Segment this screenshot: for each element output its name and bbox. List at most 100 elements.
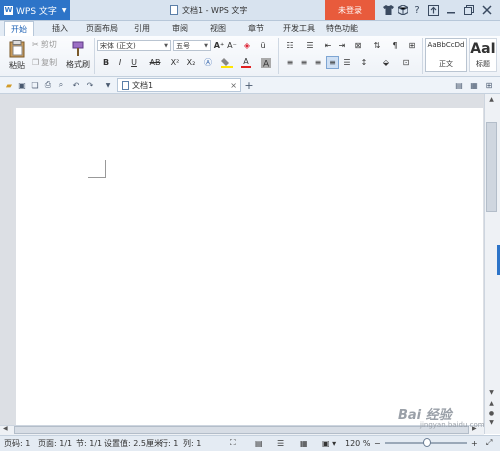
login-button[interactable]: 未登录: [325, 0, 375, 20]
clear-format-icon[interactable]: ◈: [241, 40, 253, 51]
document-tab-label: 文档1: [132, 80, 154, 90]
text-effect-icon[interactable]: Ⓐ: [202, 57, 214, 68]
close-tab-icon[interactable]: ×: [230, 81, 237, 90]
status-page-number: 页码: 1: [4, 438, 31, 448]
font-size-select[interactable]: 五号 ▼: [173, 40, 211, 51]
print-icon[interactable]: ⎙: [43, 80, 53, 90]
character-shading-icon[interactable]: A: [260, 57, 272, 68]
zoom-out-button[interactable]: −: [374, 437, 381, 449]
scroll-down-icon[interactable]: ▼: [486, 389, 497, 399]
grid-view-icon[interactable]: ⊞: [484, 80, 494, 90]
scroll-left-icon[interactable]: ◀: [3, 425, 8, 432]
font-size-value: 五号: [176, 41, 190, 50]
tab-developer[interactable]: 开发工具: [283, 21, 315, 36]
window-title-text: 文档1 - WPS 文字: [182, 5, 248, 15]
tab-home[interactable]: 开始: [4, 21, 34, 36]
italic-button[interactable]: I: [114, 57, 126, 68]
tab-insert[interactable]: 插入: [52, 21, 68, 36]
save-as-icon[interactable]: ❏: [30, 80, 40, 90]
chinese-layout-icon[interactable]: ⊠: [351, 40, 365, 51]
sort-icon[interactable]: ⇅: [370, 40, 384, 51]
ribbon-divider: [278, 38, 279, 74]
zoom-level[interactable]: 120 %: [345, 437, 370, 449]
zoom-slider-thumb[interactable]: [423, 438, 431, 447]
new-tab-button[interactable]: +: [244, 79, 254, 92]
phonetic-guide-icon[interactable]: ü: [256, 40, 270, 51]
open-folder-icon[interactable]: ▰: [4, 80, 14, 90]
next-page-icon[interactable]: ▼: [486, 419, 497, 429]
chevron-down-icon[interactable]: ▼: [103, 80, 113, 90]
scroll-up-icon[interactable]: ▲: [486, 96, 497, 106]
underline-button[interactable]: U: [128, 57, 140, 68]
tab-chapter[interactable]: 章节: [248, 21, 264, 36]
justify-icon[interactable]: ≡: [326, 56, 339, 69]
undo-icon[interactable]: ↶: [71, 80, 81, 90]
subscript-button[interactable]: X₂: [184, 57, 198, 68]
zoom-in-button[interactable]: +: [471, 437, 478, 449]
reading-mode-icon[interactable]: ⛶: [230, 437, 236, 449]
grow-font-button[interactable]: A⁺: [213, 40, 225, 51]
bullets-icon[interactable]: ☷: [282, 40, 298, 51]
tab-references[interactable]: 引用: [134, 21, 150, 36]
help-icon[interactable]: ?: [410, 3, 424, 17]
superscript-button[interactable]: X²: [168, 57, 182, 68]
wps-logo-icon: W: [4, 5, 13, 15]
align-center-icon[interactable]: ≡: [298, 57, 310, 68]
borders-icon[interactable]: ⊞: [405, 40, 419, 51]
tab-view[interactable]: 视图: [210, 21, 226, 36]
paste-label: 粘贴: [9, 60, 25, 70]
redo-icon[interactable]: ↷: [85, 80, 95, 90]
line-spacing-icon[interactable]: ↕: [357, 57, 371, 68]
fit-page-icon[interactable]: ⤢: [486, 437, 492, 449]
document-tab[interactable]: 文档1 ×: [117, 78, 241, 92]
cut-button[interactable]: ✂ 剪切: [32, 39, 57, 50]
distribute-icon[interactable]: ☰: [341, 57, 353, 68]
cube-icon[interactable]: [396, 3, 410, 17]
numbering-icon[interactable]: ☰: [302, 40, 318, 51]
vertical-scroll-thumb[interactable]: [486, 122, 497, 212]
horizontal-scroll-thumb[interactable]: [14, 426, 469, 434]
highlight-icon[interactable]: [220, 57, 234, 68]
print-layout-icon[interactable]: ▦: [469, 80, 479, 90]
save-icon[interactable]: ▣: [17, 80, 27, 90]
shading-icon[interactable]: ⬙: [379, 57, 393, 68]
show-marks-icon[interactable]: ¶: [389, 40, 401, 51]
align-right-icon[interactable]: ≡: [312, 57, 324, 68]
minimize-icon[interactable]: [444, 3, 458, 17]
font-color-button[interactable]: A: [240, 57, 252, 68]
document-page[interactable]: [16, 108, 483, 425]
print-preview-icon[interactable]: ⌕: [56, 80, 66, 90]
increase-indent-icon[interactable]: ⇥: [336, 40, 348, 51]
shrink-font-button[interactable]: A⁻: [226, 40, 238, 51]
font-name-select[interactable]: 宋体 (正文) ▼: [97, 40, 171, 51]
window-title: 文档1 - WPS 文字: [170, 0, 247, 20]
restore-icon[interactable]: [462, 3, 476, 17]
layout-icon[interactable]: ▤: [454, 80, 464, 90]
decrease-indent-icon[interactable]: ⇤: [322, 40, 334, 51]
tab-page-layout[interactable]: 页面布局: [86, 21, 118, 36]
style-normal[interactable]: AaBbCcDd 正文: [425, 38, 467, 72]
page-view-icon[interactable]: ▤: [255, 437, 263, 449]
format-painter-button[interactable]: 格式刷: [64, 38, 92, 72]
web-view-icon[interactable]: ▦: [300, 437, 308, 449]
shirt-icon[interactable]: [381, 3, 395, 17]
outline-view-icon[interactable]: ☰: [277, 437, 284, 449]
font-name-value: 宋体 (正文): [100, 41, 136, 50]
style-title[interactable]: AaI 标题: [469, 38, 497, 72]
border-box-icon[interactable]: ⊡: [399, 57, 413, 68]
app-menu-button[interactable]: W WPS 文字 ▼: [0, 0, 70, 20]
tab-review[interactable]: 审阅: [172, 21, 188, 36]
strikethrough-button[interactable]: AB: [147, 57, 163, 68]
tab-special-features[interactable]: 特色功能: [326, 21, 358, 36]
full-screen-icon[interactable]: ▣ ▾: [322, 437, 336, 449]
ribbon-tabs: 开始 插入 页面布局 引用 审阅 视图 章节 开发工具 特色功能: [0, 21, 500, 36]
close-icon[interactable]: [480, 3, 494, 17]
previous-page-icon[interactable]: ▲: [486, 400, 497, 410]
upload-icon[interactable]: [426, 3, 440, 17]
copy-button[interactable]: ❐ 复制: [32, 57, 57, 68]
align-left-icon[interactable]: ≡: [284, 57, 296, 68]
status-section: 节: 1/1: [76, 438, 103, 448]
paste-button[interactable]: 粘贴: [4, 38, 30, 72]
cut-label: 剪切: [40, 40, 57, 49]
bold-button[interactable]: B: [100, 57, 112, 68]
